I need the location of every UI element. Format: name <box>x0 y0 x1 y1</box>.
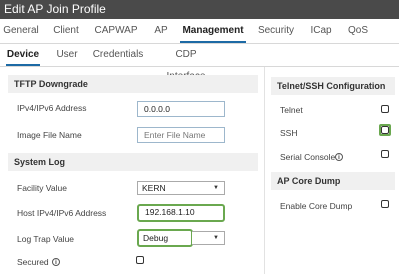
tftp-ip-input[interactable]: 0.0.0.0 <box>137 101 225 117</box>
sub-tabbar: Device User Credentials CDP Interface <box>0 44 399 82</box>
tab-icap[interactable]: ICap <box>306 19 336 43</box>
subtab-credentials[interactable]: Credentials <box>92 44 144 66</box>
info-icon[interactable]: i <box>52 258 60 266</box>
ssh-label: SSH <box>280 128 298 138</box>
column-divider <box>264 67 265 274</box>
enable-core-dump-checkbox[interactable] <box>381 200 389 208</box>
serial-console-checkbox[interactable] <box>381 150 389 158</box>
caret-down-icon: ▼ <box>213 235 219 241</box>
tab-capwap[interactable]: CAPWAP <box>92 19 140 43</box>
window-title: Edit AP Join Profile <box>0 0 399 19</box>
facility-select[interactable]: KERN ▼ <box>137 181 225 195</box>
subtab-device[interactable]: Device <box>6 44 40 66</box>
subtab-cdp-interface[interactable]: CDP Interface <box>156 44 216 82</box>
tftp-ip-label: IPv4/IPv6 Address <box>17 103 87 113</box>
main-tabbar: General Client CAPWAP AP Management Secu… <box>0 19 399 43</box>
tab-client[interactable]: Client <box>48 19 84 43</box>
tftp-image-input[interactable]: Enter File Name <box>137 127 225 143</box>
host-ip-input[interactable]: 192.168.1.10 <box>137 204 225 222</box>
tftp-image-label: Image File Name <box>17 130 82 140</box>
log-trap-select[interactable]: Debug <box>137 229 193 247</box>
subtab-user[interactable]: User <box>54 44 80 66</box>
telnet-checkbox[interactable] <box>381 105 389 113</box>
enable-core-dump-label: Enable Core Dump <box>280 201 353 211</box>
telnet-ssh-heading: Telnet/SSH Configuration <box>271 77 395 95</box>
log-trap-value: Debug <box>143 233 169 243</box>
secured-checkbox[interactable] <box>136 256 144 264</box>
tab-ap[interactable]: AP <box>150 19 172 43</box>
info-icon[interactable]: i <box>335 153 343 161</box>
serial-console-label: Serial Console <box>280 152 336 162</box>
telnet-label: Telnet <box>280 105 303 115</box>
system-log-heading: System Log <box>8 153 258 171</box>
tab-qos[interactable]: QoS <box>344 19 372 43</box>
ap-core-dump-heading: AP Core Dump <box>271 172 395 190</box>
facility-value: KERN <box>142 183 166 193</box>
tab-security[interactable]: Security <box>254 19 298 43</box>
host-label: Host IPv4/IPv6 Address <box>17 208 107 218</box>
secured-label: Secured <box>17 257 49 267</box>
log-trap-dropdown[interactable]: ▼ <box>192 231 225 245</box>
tftp-downgrade-heading: TFTP Downgrade <box>8 75 258 93</box>
caret-down-icon: ▼ <box>213 185 219 191</box>
sub-tabbar-divider <box>0 66 399 67</box>
ssh-checkbox[interactable] <box>381 126 389 134</box>
tab-general[interactable]: General <box>2 19 40 43</box>
tab-management[interactable]: Management <box>180 19 246 43</box>
facility-label: Facility Value <box>17 183 67 193</box>
log-trap-label: Log Trap Value <box>17 234 75 244</box>
